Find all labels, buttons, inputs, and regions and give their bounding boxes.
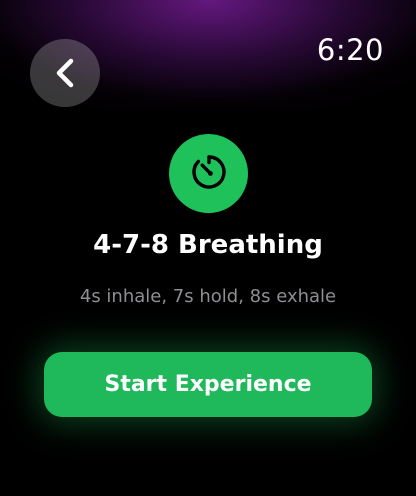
chevron-left-icon xyxy=(52,58,78,88)
start-button-label: Start Experience xyxy=(104,372,312,397)
start-experience-button[interactable]: Start Experience xyxy=(44,352,372,417)
breathing-exercise-screen: 6:20 4-7-8 Breathing 4s inhale, 7s hold,… xyxy=(0,0,416,496)
exercise-description: 4s inhale, 7s hold, 8s exhale xyxy=(79,286,337,307)
status-time: 6:20 xyxy=(316,33,384,67)
timer-icon xyxy=(188,151,230,197)
exercise-icon-badge xyxy=(169,134,248,213)
back-button[interactable] xyxy=(30,39,100,107)
exercise-title: 4-7-8 Breathing xyxy=(93,230,323,260)
